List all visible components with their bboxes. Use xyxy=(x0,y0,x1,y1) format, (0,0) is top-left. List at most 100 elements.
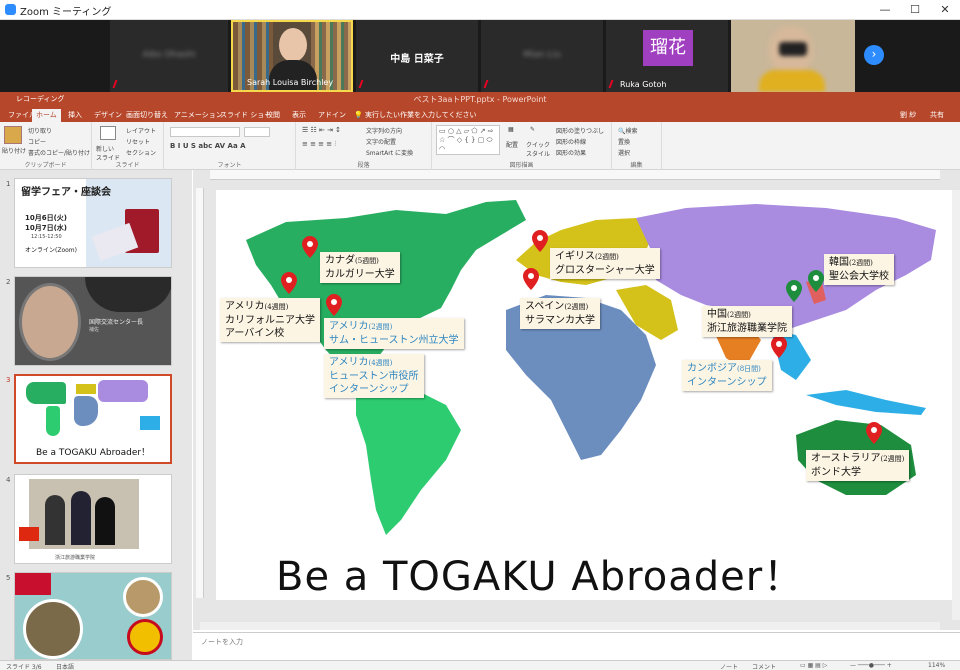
participant-tile[interactable]: 中島 日菜子 xyxy=(356,20,478,92)
status-bar: スライド 3/6 日本語 ノート コメント ▭ ▦ ▤ ▷ — ───●─── … xyxy=(0,660,960,670)
comments-toggle[interactable]: コメント xyxy=(752,662,776,670)
location-pin-green-icon xyxy=(808,270,824,292)
shape-fill-button[interactable]: 図形の塗りつぶし xyxy=(556,126,604,135)
layout-button[interactable]: レイアウト xyxy=(126,126,156,135)
label-usa-houston[interactable]: アメリカ(4週間) ヒューストン市役所 インターンシップ xyxy=(324,354,424,398)
arrange-icon: ▦ xyxy=(508,126,514,133)
cut-button[interactable]: 切り取り xyxy=(28,126,52,135)
slide-thumb-2[interactable]: 国際交流センター長 補佐 xyxy=(14,276,172,366)
spain-flag-icon xyxy=(127,619,163,655)
horizontal-scrollbar[interactable] xyxy=(200,622,940,630)
bold-icon[interactable]: B I U S abc AV Aa A xyxy=(170,142,246,150)
smartart-button[interactable]: SmartArt に変換 xyxy=(366,148,413,157)
view-buttons[interactable]: ▭ ▦ ▤ ▷ xyxy=(800,662,827,669)
reset-button[interactable]: リセット xyxy=(126,137,150,146)
slide-thumb-1[interactable]: 留学フェア・座談会 10月6日(火) 10月7日(水) 12:15-12:50 … xyxy=(14,178,172,268)
location-pin-icon xyxy=(326,294,342,316)
align-icon[interactable]: ≡ ≡ ≡ ≡ ⫶ xyxy=(302,140,336,149)
next-page-icon[interactable]: › xyxy=(864,45,884,65)
thumb-number: 5 xyxy=(6,574,11,582)
avatar xyxy=(19,283,81,361)
label-australia[interactable]: オーストラリア(2週間) ボンド大学 xyxy=(806,450,910,481)
notes-toggle[interactable]: ノート xyxy=(720,662,738,670)
muted-mic-icon xyxy=(483,80,494,88)
participant-tile[interactable]: 瑠花 Ruka Gotoh xyxy=(606,20,728,92)
ribbon: 貼り付け 切り取り コピー 書式のコピー/貼り付け クリップボード 新しい スラ… xyxy=(0,122,960,170)
thumb-number: 4 xyxy=(6,476,11,484)
tab-view[interactable]: 表示 xyxy=(288,109,310,122)
slide-thumb-4[interactable]: 浙江旅游職業学院 xyxy=(14,474,172,564)
paste-button[interactable]: 貼り付け xyxy=(2,146,26,155)
china-flag-icon xyxy=(19,527,39,541)
font-size-select[interactable] xyxy=(244,127,270,137)
label-usa-uci[interactable]: アメリカ(4週間) カリフォルニア大学 アーバイン校 xyxy=(220,298,320,342)
search-box[interactable]: 💡 実行したい作業を入力してください xyxy=(350,109,481,122)
zoom-level[interactable]: 114% xyxy=(928,662,945,669)
tab-insert[interactable]: 挿入 xyxy=(64,109,86,122)
tab-review[interactable]: 校閲 xyxy=(262,109,284,122)
close-button[interactable]: ✕ xyxy=(930,0,960,20)
slide-thumb-3-selected[interactable]: Be a TOGAKU Abroader！ xyxy=(14,374,172,464)
label-canada[interactable]: カナダ(5週間) カルガリー大学 xyxy=(320,252,400,283)
maximize-button[interactable]: ☐ xyxy=(900,0,930,20)
minimize-button[interactable]: — xyxy=(870,0,900,20)
arrange-button[interactable]: 配置 xyxy=(506,140,518,149)
notes-pane[interactable]: ノートを入力 xyxy=(193,632,960,650)
slide-thumb-5[interactable] xyxy=(14,572,172,660)
label-korea[interactable]: 韓国(2週間) 聖公会大学校 xyxy=(824,254,894,285)
participant-tile-active[interactable]: Sarah Louisa Birchley xyxy=(231,20,353,92)
map-south-america xyxy=(356,378,461,535)
notes-placeholder: ノートを入力 xyxy=(201,638,243,646)
slide-canvas[interactable]: カナダ(5週間) カルガリー大学 アメリカ(4週間) カリフォルニア大学 アーバイン校… xyxy=(216,190,952,600)
font-name-select[interactable] xyxy=(170,127,240,137)
participant-tile[interactable]: Aiko Ohashi xyxy=(110,20,228,92)
shapes-gallery[interactable]: ▭ ○ △ ▱ ⬠ ↗ ⇨ ☆ ⌒ ◇ { } ▢ ⬭ ◠ xyxy=(436,125,500,155)
zoom-slider[interactable]: — ───●─── + xyxy=(850,662,892,669)
participant-name: 中島 日菜子 xyxy=(390,54,444,65)
paste-icon xyxy=(4,126,22,144)
tab-home[interactable]: ホーム xyxy=(32,109,61,122)
label-usa-shsu[interactable]: アメリカ(2週間) サム・ヒューストン州立大学 xyxy=(324,318,464,349)
zoom-title: Zoom ミーティング xyxy=(20,7,112,18)
face-icon xyxy=(279,28,307,62)
cambodia-flag-icon xyxy=(15,573,51,595)
vertical-scrollbar[interactable] xyxy=(952,190,960,620)
participant-tile[interactable]: Mian Liu xyxy=(481,20,603,92)
tab-design[interactable]: デザイン xyxy=(90,109,126,122)
quick-style-button[interactable]: クイック スタイル xyxy=(526,140,550,158)
find-button[interactable]: 🔍検索 xyxy=(618,126,638,135)
tab-transitions[interactable]: 画面切り替え xyxy=(122,109,172,122)
align-text-button[interactable]: 文字の配置 xyxy=(366,137,396,146)
app-window: Zoom ミーティング — ☐ ✕ Aiko Ohashi Sarah Loui… xyxy=(0,0,960,670)
participant-tile[interactable] xyxy=(731,20,855,92)
new-slide-icon xyxy=(100,126,116,140)
select-button[interactable]: 選択 xyxy=(618,148,630,157)
location-pin-icon xyxy=(302,236,318,258)
share-button[interactable]: 共有 xyxy=(926,109,948,122)
replace-button[interactable]: 置換 xyxy=(618,137,630,146)
font-group: B I U S abc AV Aa A フォント xyxy=(164,122,296,170)
shape-outline-button[interactable]: 図形の枠線 xyxy=(556,137,586,146)
drawing-group: ▭ ○ △ ▱ ⬠ ↗ ⇨ ☆ ⌒ ◇ { } ▢ ⬭ ◠ ▦ 配置 ✎ クイッ… xyxy=(432,122,612,170)
horizontal-ruler xyxy=(210,170,940,180)
quick-style-icon: ✎ xyxy=(530,126,536,133)
document-title: ペスト3aaトPPT.pptx - PowerPoint xyxy=(413,95,547,104)
label-uk[interactable]: イギリス(2週間) グロスターシャー大学 xyxy=(550,248,660,279)
list-icon[interactable]: ☰ ☷ ⇤ ⇥ ↕ xyxy=(302,126,341,134)
location-pin-icon xyxy=(532,230,548,252)
paragraph-group: ☰ ☷ ⇤ ⇥ ↕ ≡ ≡ ≡ ≡ ⫶ 文字列の方向 文字の配置 SmartAr… xyxy=(296,122,432,170)
zoom-logo-icon xyxy=(5,4,16,15)
label-spain[interactable]: スペイン(2週間) サラマンカ大学 xyxy=(520,298,600,329)
section-button[interactable]: セクション xyxy=(126,148,156,157)
format-painter-button[interactable]: 書式のコピー/貼り付け xyxy=(28,148,90,157)
thumb-caption: Be a TOGAKU Abroader！ xyxy=(35,448,151,458)
label-china[interactable]: 中国(2週間) 浙江旅游職業学院 xyxy=(702,306,792,337)
location-pin-icon xyxy=(281,272,297,294)
slide-counter: スライド 3/6 xyxy=(6,664,42,670)
shape-effect-button[interactable]: 図形の効果 xyxy=(556,148,586,157)
label-cambodia[interactable]: カンボジア(8日間) インターンシップ xyxy=(682,360,772,391)
slide-banner-title[interactable]: Be a TOGAKU Abroader！ xyxy=(276,544,804,600)
tab-addins[interactable]: アドイン xyxy=(314,109,350,122)
copy-button[interactable]: コピー xyxy=(28,137,46,146)
text-direction-button[interactable]: 文字列の方向 xyxy=(366,126,402,135)
